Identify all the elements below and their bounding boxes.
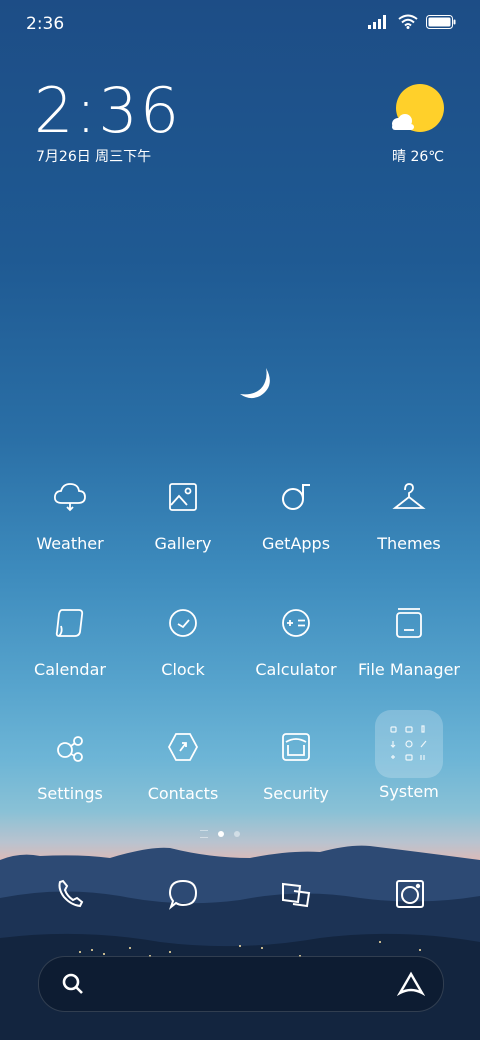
app-settings[interactable]: Settings (14, 724, 126, 803)
signal-icon (368, 14, 386, 29)
calculator-icon (282, 609, 310, 637)
app-contacts[interactable]: Contacts (127, 724, 239, 803)
getapps-icon (282, 484, 310, 510)
app-label: GetApps (261, 534, 331, 553)
wifi-icon (398, 14, 418, 29)
battery-icon (426, 14, 456, 29)
dock-camera[interactable] (380, 874, 440, 914)
app-folder-system[interactable]: System (353, 710, 465, 801)
dock-phone[interactable] (40, 874, 100, 914)
app-label: Themes (377, 534, 441, 553)
status-icons (368, 14, 456, 29)
app-label: Calendar (34, 660, 106, 679)
app-label: Weather (36, 534, 104, 553)
app-label: Calculator (255, 660, 337, 679)
phone-icon (58, 879, 84, 908)
security-icon (282, 733, 310, 761)
page-list-icon[interactable] (200, 830, 208, 838)
status-time: 2:36 (26, 14, 65, 34)
app-clock[interactable]: Clock (127, 600, 239, 679)
folder-icon (390, 725, 427, 761)
clock-widget-date[interactable]: 7月26日 周三下午 (36, 146, 151, 166)
app-calendar[interactable]: Calendar (14, 600, 126, 679)
app-label: Clock (161, 660, 205, 679)
page-dot[interactable] (234, 831, 240, 837)
file-manager-icon (396, 608, 422, 638)
contacts-icon (167, 733, 199, 761)
dock-messages[interactable] (153, 874, 213, 914)
gallery-icon (169, 483, 197, 511)
app-label: File Manager (358, 660, 460, 679)
app-label: Gallery (154, 534, 212, 553)
camera-icon (396, 880, 424, 908)
browser-icon (282, 882, 311, 908)
app-weather[interactable]: Weather (14, 474, 126, 553)
weather-widget-text[interactable]: 晴 26℃ (392, 146, 444, 166)
app-label: System (379, 782, 439, 801)
calendar-icon (55, 609, 84, 637)
page-indicator[interactable] (200, 830, 240, 838)
page-dot[interactable] (218, 831, 224, 837)
themes-icon (392, 483, 426, 509)
app-themes[interactable]: Themes (353, 474, 465, 553)
settings-icon (57, 736, 83, 762)
dock-browser[interactable] (266, 874, 326, 914)
assistant-icon[interactable] (397, 971, 425, 997)
app-label: Settings (37, 784, 103, 803)
app-file-manager[interactable]: File Manager (353, 600, 465, 679)
search-icon[interactable] (61, 972, 85, 996)
app-gallery[interactable]: Gallery (127, 474, 239, 553)
clock-widget-time[interactable]: 2:36 (34, 74, 181, 147)
messages-icon (168, 879, 198, 910)
app-getapps[interactable]: GetApps (240, 474, 352, 553)
app-label: Security (263, 784, 329, 803)
moon-icon (240, 368, 270, 399)
app-calculator[interactable]: Calculator (240, 600, 352, 679)
weather-widget[interactable] (382, 84, 446, 144)
sun-cloud-icon (392, 84, 444, 132)
app-security[interactable]: Security (240, 724, 352, 803)
weather-icon (53, 483, 86, 512)
search-bar[interactable] (38, 956, 444, 1012)
clock-icon (169, 609, 197, 637)
app-label: Contacts (147, 784, 219, 803)
